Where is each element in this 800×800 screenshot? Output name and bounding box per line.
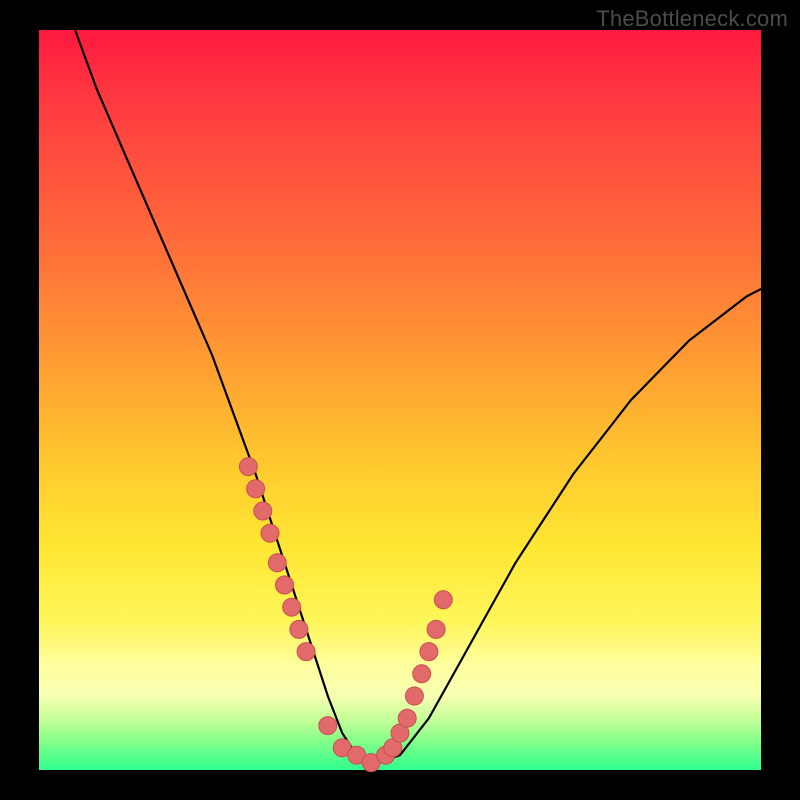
highlight-dot: [427, 620, 445, 638]
highlight-dot: [319, 717, 337, 735]
highlight-dots: [239, 458, 452, 772]
plot-area: [39, 30, 761, 770]
chart-frame: TheBottleneck.com: [0, 0, 800, 800]
highlight-dot: [239, 458, 257, 476]
highlight-dot: [261, 524, 279, 542]
highlight-dot: [420, 643, 438, 661]
highlight-dot: [405, 687, 423, 705]
highlight-dot: [268, 554, 286, 572]
highlight-dot: [276, 576, 294, 594]
highlight-dot: [434, 591, 452, 609]
highlight-dot: [290, 620, 308, 638]
highlight-dot: [283, 598, 301, 616]
curve-svg: [39, 30, 761, 770]
highlight-dot: [247, 480, 265, 498]
bottleneck-curve: [75, 30, 761, 763]
highlight-dot: [398, 709, 416, 727]
highlight-dot: [297, 643, 315, 661]
highlight-dot: [254, 502, 272, 520]
watermark-text: TheBottleneck.com: [596, 6, 788, 32]
highlight-dot: [413, 665, 431, 683]
